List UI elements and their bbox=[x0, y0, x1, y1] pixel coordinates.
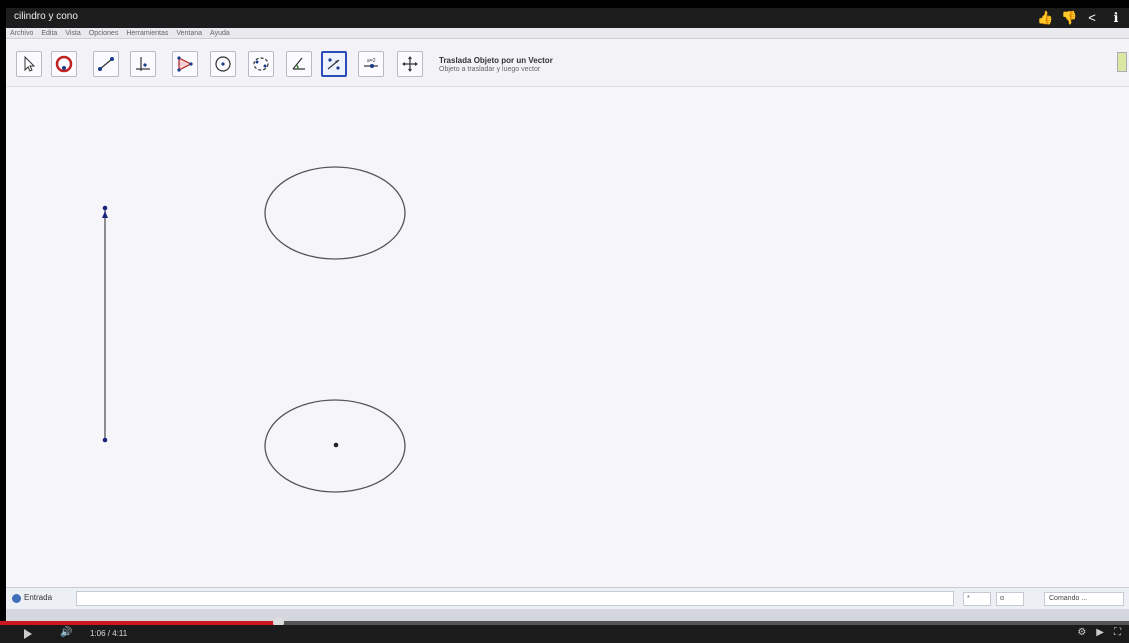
volume-icon[interactable]: 🔊 bbox=[60, 627, 72, 638]
menu-archivo[interactable]: Archivo bbox=[10, 28, 33, 38]
polygon-tool-button[interactable] bbox=[172, 51, 198, 77]
angle-icon bbox=[292, 57, 305, 70]
window-title: cilindro y cono bbox=[14, 11, 78, 22]
active-tool-name: Traslada Objeto por un Vector bbox=[439, 56, 553, 65]
translate-vector-icon bbox=[327, 58, 340, 70]
video-time: 1:06 / 4:11 bbox=[90, 629, 128, 638]
angle-tool-button[interactable] bbox=[286, 51, 312, 77]
move-view-icon bbox=[402, 56, 418, 72]
menu-edita[interactable]: Edita bbox=[41, 28, 57, 38]
fullscreen-icon[interactable]: ⛶ bbox=[1114, 627, 1121, 638]
perspectives-handle[interactable] bbox=[1117, 52, 1127, 72]
ellipse-center-point[interactable] bbox=[333, 442, 339, 448]
menu-ventana[interactable]: Ventana bbox=[176, 28, 202, 38]
perpendicular-tool-button[interactable] bbox=[130, 51, 156, 77]
menu-herramientas[interactable]: Herramientas bbox=[126, 28, 168, 38]
vector-arrowhead bbox=[102, 211, 108, 218]
svg-text:a=2: a=2 bbox=[367, 58, 376, 64]
input-field[interactable] bbox=[76, 591, 954, 606]
cursor-icon bbox=[24, 55, 36, 72]
video-controls: 🔊 1:06 / 4:11 ⚙ ▶ ⛶ bbox=[0, 625, 1129, 643]
point-tool-button[interactable] bbox=[51, 51, 77, 77]
help-icon[interactable] bbox=[12, 594, 21, 603]
settings-icon[interactable]: ⚙ bbox=[1077, 627, 1086, 638]
top-ellipse[interactable] bbox=[264, 166, 406, 260]
title-bar: cilindro y cono 👍 👎 < ℹ bbox=[6, 8, 1129, 28]
segment-icon bbox=[98, 57, 114, 71]
graphics-view[interactable] bbox=[6, 87, 1129, 586]
dislike-icon[interactable]: 👎 bbox=[1061, 10, 1077, 26]
polygon-icon bbox=[177, 56, 193, 72]
input-bar: Entrada * α Comando ... bbox=[6, 587, 1129, 610]
line-tool-button[interactable] bbox=[93, 51, 119, 77]
menu-vista[interactable]: Vista bbox=[65, 28, 80, 38]
greek-select[interactable]: α bbox=[996, 592, 1024, 606]
segment-bottom-point[interactable] bbox=[102, 437, 108, 443]
perpendicular-icon bbox=[136, 57, 150, 71]
active-tool-info: Traslada Objeto por un Vector Objeto a t… bbox=[439, 56, 553, 73]
move-tool-button[interactable] bbox=[16, 51, 42, 77]
conic-icon bbox=[253, 57, 269, 71]
status-strip bbox=[6, 609, 1129, 621]
circle-icon bbox=[215, 56, 231, 72]
player-right-controls: ⚙ ▶ ⛶ bbox=[1077, 627, 1121, 638]
menu-opciones[interactable]: Opciones bbox=[89, 28, 119, 38]
share-icon[interactable]: < bbox=[1085, 10, 1099, 26]
input-label: Entrada bbox=[24, 593, 53, 602]
info-icon[interactable]: ℹ bbox=[1109, 10, 1123, 26]
slider-icon: a=2 bbox=[364, 58, 378, 68]
play-icon[interactable] bbox=[24, 629, 32, 639]
menu-ayuda[interactable]: Ayuda bbox=[210, 28, 230, 38]
slider-tool-button[interactable]: a=2 bbox=[358, 51, 384, 77]
move-view-tool-button[interactable] bbox=[397, 51, 423, 77]
like-icon[interactable]: 👍 bbox=[1037, 10, 1053, 26]
symbol-select[interactable]: * bbox=[963, 592, 991, 606]
point-circle-icon bbox=[55, 55, 73, 73]
youtube-icon[interactable]: ▶ bbox=[1096, 627, 1104, 638]
active-tool-description: Objeto a trasladar y luego vector bbox=[439, 66, 541, 73]
translate-vector-tool-button[interactable] bbox=[321, 51, 347, 77]
conic-tool-button[interactable] bbox=[248, 51, 274, 77]
app-window: cilindro y cono 👍 👎 < ℹ Archivo Edita Vi… bbox=[6, 8, 1129, 621]
toolbar: a=2 Traslada Objeto por un Vector Objeto… bbox=[6, 40, 1129, 87]
menu-bar: Archivo Edita Vista Opciones Herramienta… bbox=[6, 28, 1129, 39]
video-actions: 👍 👎 < ℹ bbox=[1037, 10, 1123, 26]
command-select[interactable]: Comando ... bbox=[1044, 592, 1124, 606]
segment-top-point[interactable] bbox=[102, 205, 108, 211]
circle-tool-button[interactable] bbox=[210, 51, 236, 77]
